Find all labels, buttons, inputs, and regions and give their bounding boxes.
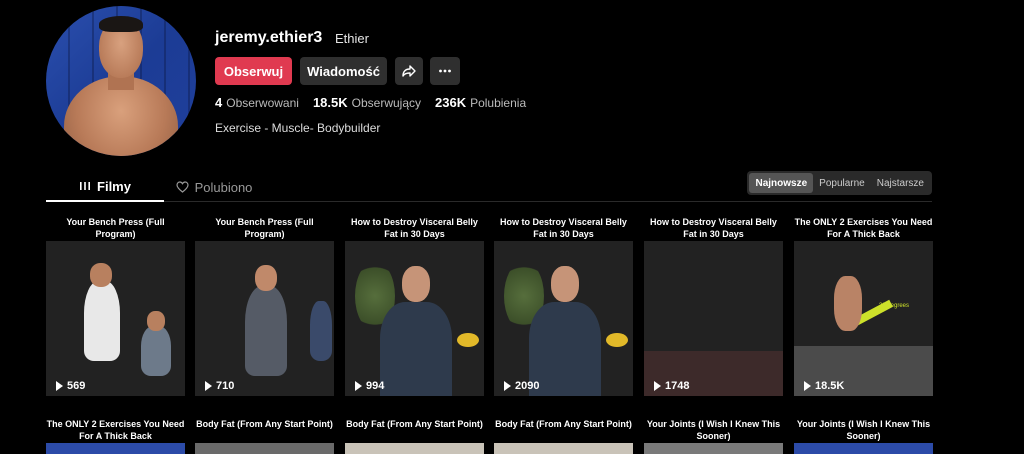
- message-button-label: Wiadomość: [307, 63, 380, 79]
- follow-button-label: Obserwuj: [223, 63, 284, 79]
- video-thumbnail[interactable]: [46, 443, 185, 454]
- sort-newest[interactable]: Najnowsze: [749, 173, 814, 193]
- video-thumbnail[interactable]: [345, 443, 484, 454]
- video-thumbnail[interactable]: [46, 241, 185, 396]
- username: jeremy.ethier3: [215, 29, 323, 46]
- sort-popular[interactable]: Popularne: [813, 173, 871, 193]
- video-thumbnail[interactable]: [195, 443, 334, 454]
- avatar-hair: [99, 16, 143, 32]
- follow-button[interactable]: Obserwuj: [215, 57, 292, 85]
- view-count-value: 569: [67, 380, 86, 392]
- video-title: Your Joints (I Wish I Knew This Sooner): [796, 419, 931, 441]
- view-count: 569: [56, 380, 85, 392]
- followers-label: Obserwujący: [351, 96, 421, 110]
- share-button[interactable]: [395, 57, 423, 85]
- following-count: 4: [215, 95, 223, 110]
- avatar[interactable]: [46, 6, 196, 156]
- play-icon: [56, 381, 63, 391]
- video-title: How to Destroy Visceral Belly Fat in 30 …: [351, 217, 478, 239]
- thumb-overlay-text: 30 degrees: [879, 303, 910, 309]
- heart-icon: [175, 181, 189, 193]
- thumb-head: [255, 265, 277, 291]
- view-count-value: 710: [216, 380, 235, 392]
- thumb-figure: [141, 326, 171, 376]
- message-button[interactable]: Wiadomość: [300, 57, 387, 85]
- video-thumbnail[interactable]: [794, 443, 933, 454]
- sort-oldest[interactable]: Najstarsze: [871, 173, 930, 193]
- view-count-value: 2090: [515, 380, 540, 392]
- view-count: 1748: [654, 380, 689, 392]
- video-thumbnail[interactable]: 30 degrees: [794, 241, 933, 396]
- video-thumbnail[interactable]: [644, 241, 783, 396]
- followers-stat[interactable]: 18.5K Obserwujący: [313, 95, 421, 110]
- more-button[interactable]: [430, 57, 460, 85]
- view-count: 18.5K: [804, 380, 844, 392]
- share-icon: [402, 65, 416, 77]
- video-thumbnail[interactable]: [494, 443, 633, 454]
- video-title: The ONLY 2 Exercises You Need For A Thic…: [46, 419, 185, 441]
- video-title: Body Fat (From Any Start Point): [495, 419, 632, 429]
- video-thumbnail[interactable]: [494, 241, 633, 396]
- video-title: The ONLY 2 Exercises You Need For A Thic…: [794, 217, 933, 239]
- play-icon: [804, 381, 811, 391]
- profile-stats: 4 Obserwowani 18.5K Obserwujący 236K Polubi…: [215, 95, 526, 110]
- following-stat[interactable]: 4 Obserwowani: [215, 95, 299, 110]
- followers-count: 18.5K: [312, 95, 348, 110]
- grid-icon: [80, 182, 91, 190]
- thumb-figure: [310, 301, 332, 361]
- video-title: Your Bench Press (Full Program): [215, 217, 314, 239]
- video-title: Your Joints (I Wish I Knew This Sooner): [646, 419, 781, 441]
- video-title: How to Destroy Visceral Belly Fat in 30 …: [650, 217, 777, 239]
- view-count: 2090: [504, 380, 539, 392]
- play-icon: [504, 381, 511, 391]
- video-title: Your Bench Press (Full Program): [66, 217, 165, 239]
- tab-liked-label: Polubiono: [194, 179, 253, 195]
- view-count-value: 1748: [665, 380, 690, 392]
- video-thumbnail[interactable]: [195, 241, 334, 396]
- view-count-value: 18.5K: [815, 380, 845, 392]
- thumb-bananas: [606, 333, 628, 347]
- bio: Exercise - Muscle- Bodybuilder: [215, 121, 381, 135]
- play-icon: [355, 381, 362, 391]
- tab-films-label: Filmy: [97, 178, 131, 194]
- view-count-value: 994: [366, 380, 385, 392]
- likes-count: 236K: [435, 95, 467, 110]
- video-title: Body Fat (From Any Start Point): [196, 419, 333, 429]
- more-icon: [439, 69, 451, 73]
- thumb-figure: [84, 281, 120, 361]
- thumb-figure: [529, 266, 601, 396]
- thumb-figure: [380, 266, 452, 396]
- sort-switcher: Najnowsze Popularne Najstarsze: [747, 171, 932, 195]
- play-icon: [205, 381, 212, 391]
- tab-liked[interactable]: Polubiono: [164, 172, 264, 202]
- video-title: Body Fat (From Any Start Point): [346, 419, 483, 429]
- video-thumbnail[interactable]: [644, 443, 783, 454]
- nickname: Ethier: [335, 31, 369, 46]
- thumb-bananas: [457, 333, 479, 347]
- play-icon: [654, 381, 661, 391]
- likes-stat: 236K Polubienia: [435, 95, 526, 110]
- view-count: 710: [205, 380, 234, 392]
- thumb-figure: [834, 276, 862, 331]
- video-title: How to Destroy Visceral Belly Fat in 30 …: [500, 217, 627, 239]
- video-thumbnail[interactable]: [345, 241, 484, 396]
- likes-label: Polubienia: [470, 96, 527, 110]
- thumb-head: [90, 263, 112, 287]
- view-count: 994: [355, 380, 384, 392]
- thumb-figure: [245, 286, 287, 376]
- tab-films[interactable]: Filmy: [46, 172, 164, 202]
- following-label: Obserwowani: [226, 96, 299, 110]
- thumb-head: [147, 311, 165, 331]
